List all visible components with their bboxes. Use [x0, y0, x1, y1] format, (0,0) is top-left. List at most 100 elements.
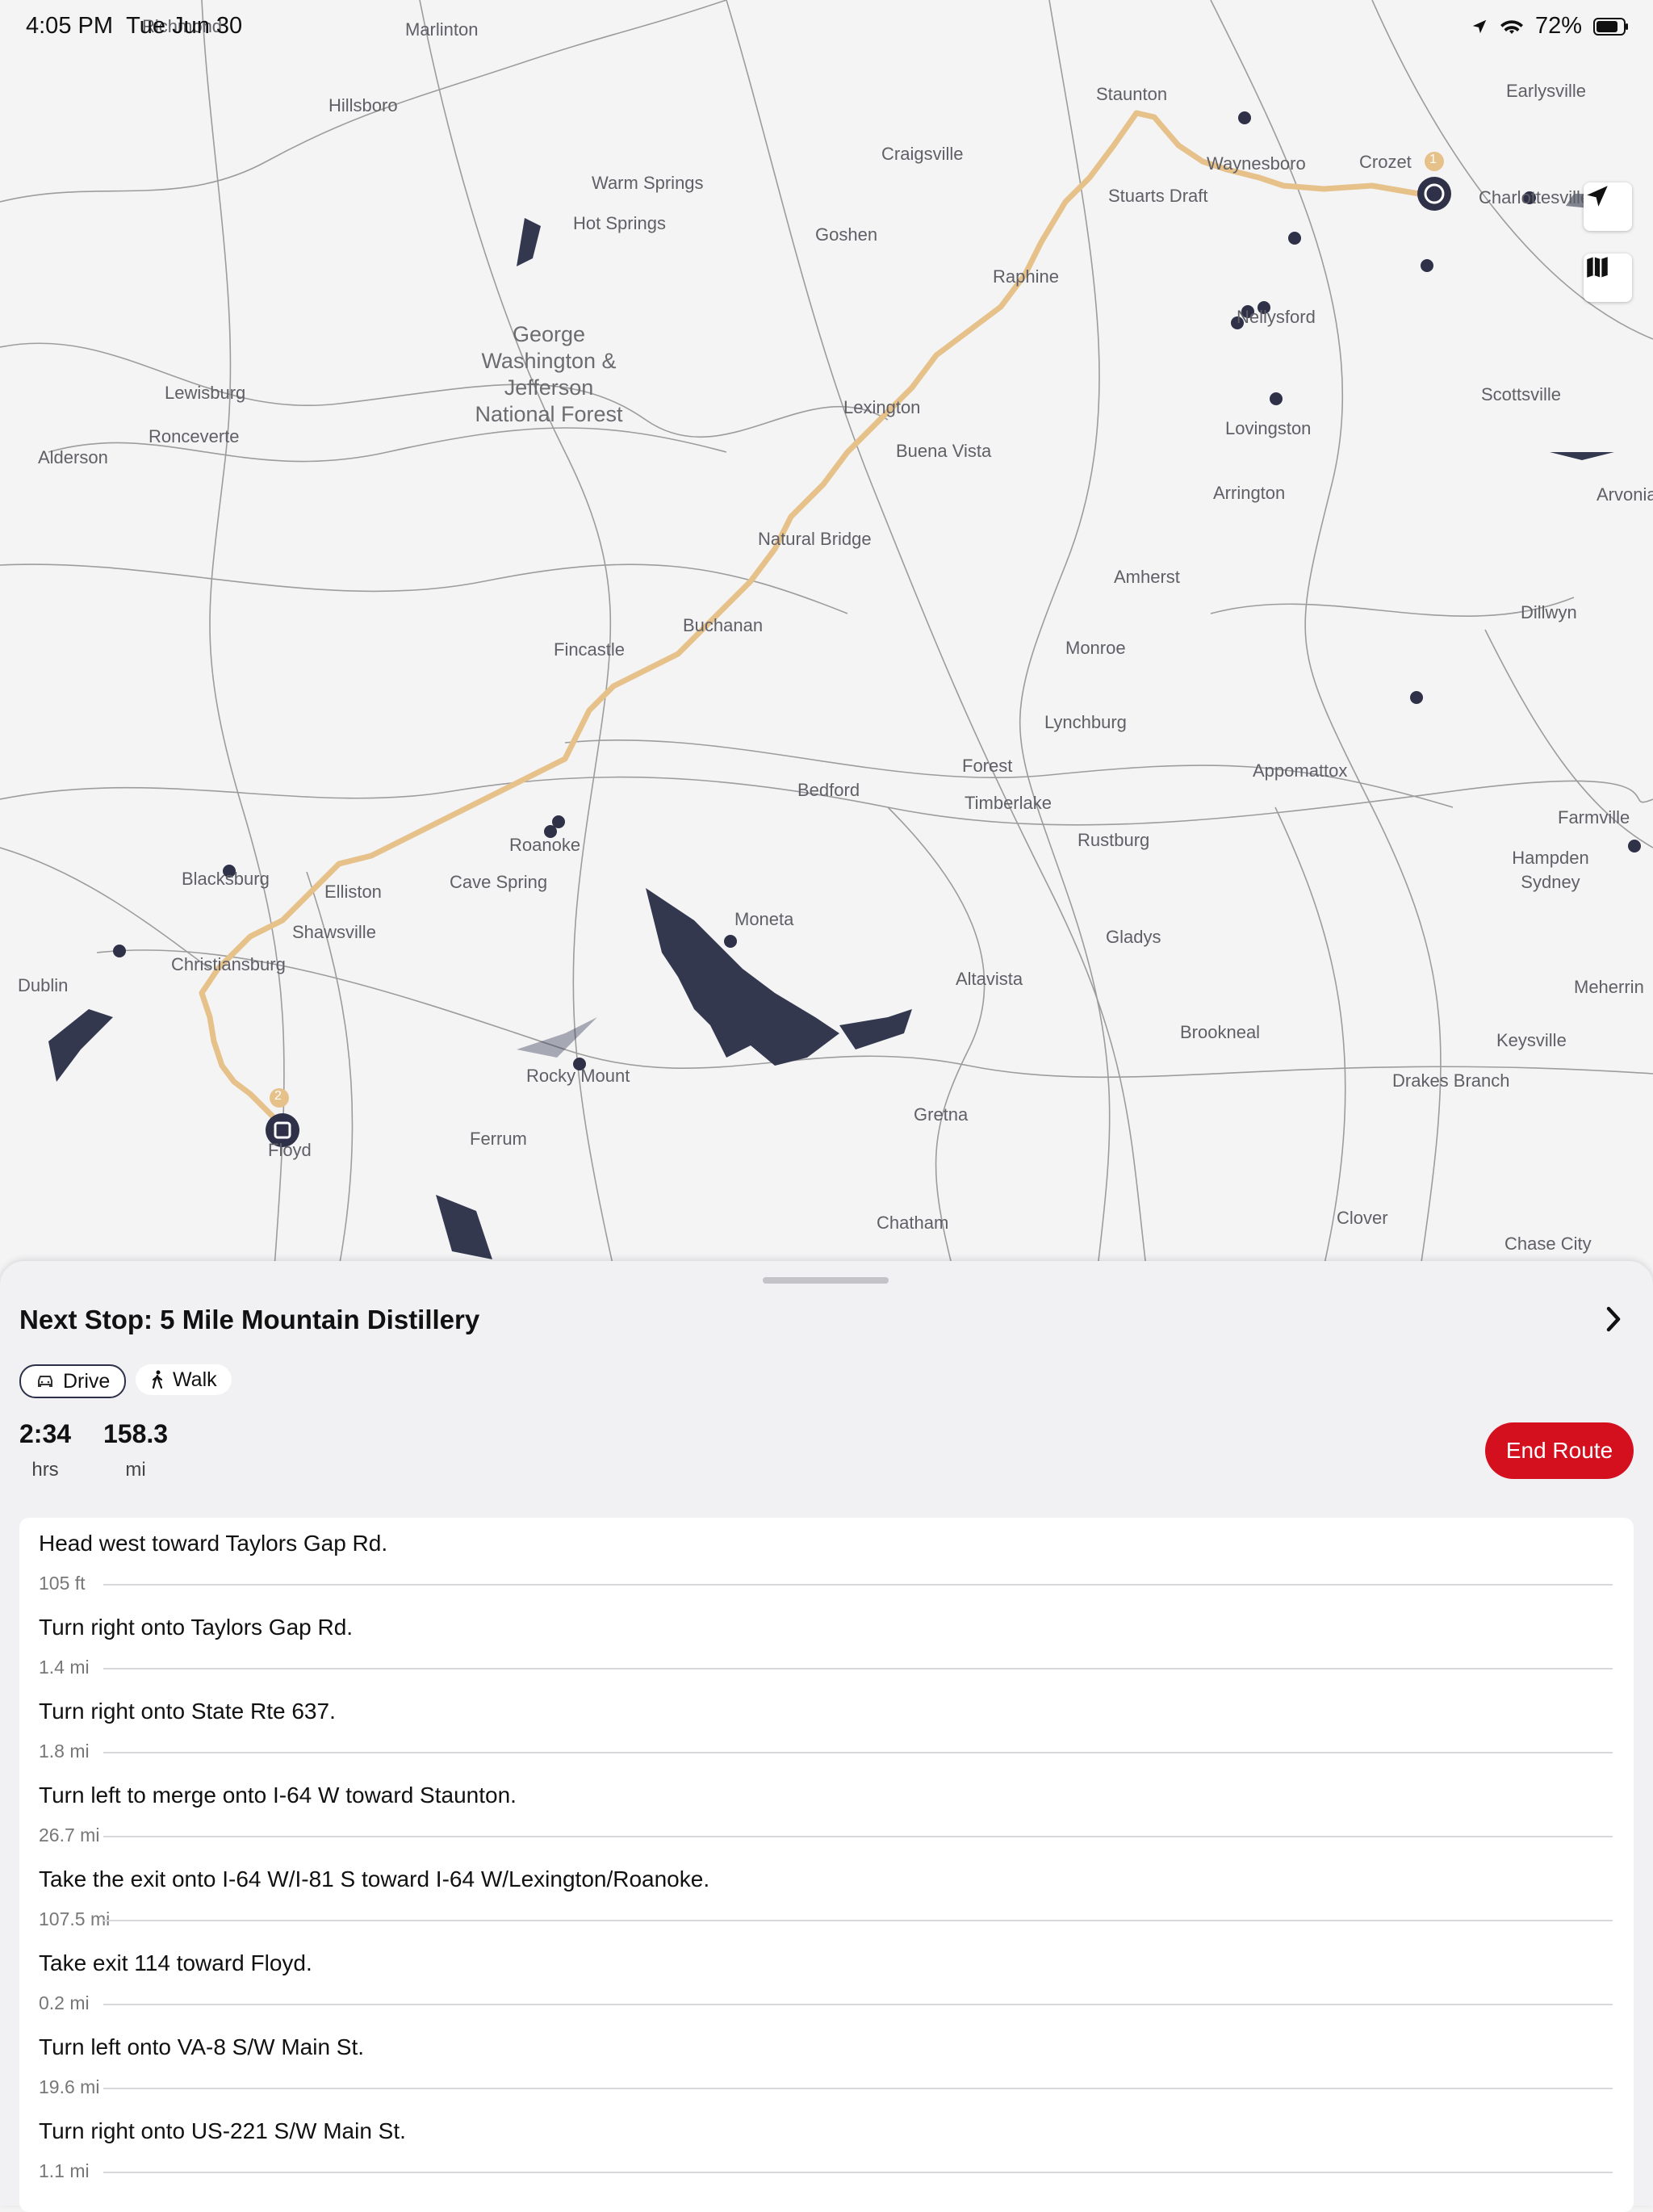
map-label: Bedford	[797, 780, 860, 800]
map-label: Altavista	[956, 969, 1023, 989]
direction-step[interactable]: Turn left onto VA-8 S/W Main St. 19.6 mi	[39, 2021, 1634, 2105]
map-label: Gladys	[1106, 927, 1161, 947]
map-label: Staunton	[1096, 84, 1168, 104]
map-label: Appomattox	[1253, 760, 1348, 781]
step-distance: 105 ft	[39, 1573, 86, 1594]
map-label: Lexington	[843, 397, 921, 417]
map-label: Clover	[1337, 1208, 1388, 1228]
direction-step[interactable]: Turn right onto US-221 S/W Main St. 1.1 …	[39, 2105, 1634, 2189]
map-label: Raphine	[993, 266, 1059, 287]
route-map[interactable]: 1 2 Richmond Marlinton Hillsboro Staunto…	[0, 0, 1653, 1267]
map-icon	[1587, 257, 1608, 278]
step-divider	[103, 1836, 1613, 1837]
map-label: Farmville	[1558, 807, 1630, 827]
map-label: Lynchburg	[1044, 712, 1127, 732]
map-label: Earlysville	[1506, 81, 1587, 101]
map-label: Roanoke	[509, 835, 581, 855]
map-type-button[interactable]	[1584, 253, 1632, 302]
map-label: Charlottesville	[1479, 187, 1591, 207]
map-label: Natural Bridge	[758, 529, 872, 549]
car-icon	[38, 1376, 52, 1387]
map-label: Cave Spring	[450, 872, 548, 892]
map-label: Drakes Branch	[1392, 1070, 1510, 1091]
direction-step[interactable]: Turn left to merge onto I-64 W toward St…	[39, 1770, 1634, 1854]
map-label: Crozet	[1359, 152, 1412, 172]
distance-value: 158.3	[103, 1419, 169, 1448]
step-distance: 1.8 mi	[39, 1741, 90, 1762]
distance-stat: 158.3 mi	[103, 1419, 168, 1481]
status-time: 4:05 PM Tue Jun 30	[26, 13, 243, 39]
map-label: Blacksburg	[182, 869, 270, 889]
map-label: Elliston	[324, 882, 382, 902]
map-label: Keysville	[1496, 1030, 1567, 1050]
step-distance: 107.5 mi	[39, 1908, 111, 1929]
walk-label: Walk	[173, 1368, 217, 1391]
map-label: Chatham	[877, 1213, 949, 1233]
map-label: Brookneal	[1180, 1022, 1261, 1042]
direction-step[interactable]: Head west toward Taylors Gap Rd. 105 ft	[39, 1518, 1634, 1602]
map-label: Ronceverte	[149, 426, 240, 446]
step-distance: 1.4 mi	[39, 1657, 90, 1678]
step-instruction: Head west toward Taylors Gap Rd.	[39, 1531, 388, 1556]
map-label: Stuarts Draft	[1108, 186, 1208, 206]
drive-label: Drive	[63, 1369, 111, 1393]
map-label: Gretna	[914, 1104, 969, 1125]
end-route-button[interactable]: End Route	[1485, 1422, 1634, 1479]
direction-step[interactable]: Turn right onto Taylors Gap Rd. 1.4 mi	[39, 1602, 1634, 1686]
step-instruction: Turn right onto State Rte 637.	[39, 1699, 336, 1724]
wifi-icon	[1500, 19, 1523, 34]
map-label: Fincastle	[554, 639, 626, 660]
status-bar: 4:05 PM Tue Jun 30 72%	[0, 0, 1653, 52]
map-label: Hot Springs	[573, 213, 666, 233]
step-instruction: Turn right onto Taylors Gap Rd.	[39, 1615, 354, 1640]
map-label: Chase City	[1504, 1234, 1592, 1254]
map-label: Rocky Mount	[526, 1066, 630, 1086]
direction-step[interactable]: Turn right onto State Rte 637. 1.8 mi	[39, 1686, 1634, 1770]
map-label: Monroe	[1065, 638, 1126, 658]
walking-icon	[152, 1370, 163, 1389]
stop-badge-1: 1	[1429, 153, 1437, 166]
map-label: Floyd	[268, 1140, 312, 1160]
locate-me-button[interactable]	[1584, 182, 1632, 231]
map-label: Lovingston	[1225, 418, 1312, 438]
map-label: Forest	[962, 756, 1013, 776]
step-divider	[103, 2004, 1613, 2005]
map-label: Nellysford	[1237, 307, 1316, 327]
directions-list[interactable]: Head west toward Taylors Gap Rd. 105 ft …	[19, 1518, 1634, 2212]
map-label: Dillwyn	[1521, 602, 1577, 622]
location-arrow-icon	[1587, 186, 1608, 207]
step-instruction: Turn left to merge onto I-64 W toward St…	[39, 1783, 517, 1808]
map-label: Hillsboro	[329, 95, 398, 115]
status-right: 72%	[1471, 13, 1629, 40]
map-label: Christiansburg	[171, 954, 286, 974]
step-distance: 0.2 mi	[39, 1992, 90, 2013]
map-label: Craigsville	[881, 144, 964, 164]
next-stop-title[interactable]: Next Stop: 5 Mile Mountain Distillery	[19, 1305, 479, 1335]
duration-value: 2:34	[19, 1419, 72, 1448]
map-label: Warm Springs	[592, 173, 704, 193]
location-arrow-icon	[1472, 19, 1487, 33]
walk-mode-button[interactable]: Walk	[136, 1364, 232, 1395]
sheet-grabber[interactable]	[763, 1277, 889, 1284]
step-divider	[103, 2172, 1613, 2173]
map-label-forest: George Washington & Jefferson National F…	[475, 322, 623, 426]
map-label: Moneta	[734, 909, 794, 929]
map-label: Lewisburg	[165, 383, 246, 403]
step-instruction: Turn left onto VA-8 S/W Main St.	[39, 2034, 365, 2059]
stop-badge-2: 2	[274, 1089, 282, 1103]
direction-step[interactable]: Take exit 114 toward Floyd. 0.2 mi	[39, 1938, 1634, 2021]
chevron-right-icon[interactable]	[1601, 1303, 1626, 1335]
step-instruction: Turn right onto US-221 S/W Main St.	[39, 2118, 406, 2143]
map-label: Hampden Sydney	[1512, 848, 1589, 892]
direction-step[interactable]: Take the exit onto I-64 W/I-81 S toward …	[39, 1854, 1634, 1938]
directions-sheet: Next Stop: 5 Mile Mountain Distillery Dr…	[0, 1261, 1653, 2212]
step-distance: 19.6 mi	[39, 2076, 100, 2097]
map-label: Amherst	[1114, 567, 1180, 587]
map-label: Alderson	[38, 447, 108, 467]
step-distance: 26.7 mi	[39, 1824, 100, 1845]
step-divider	[103, 1752, 1613, 1753]
map-label: Goshen	[815, 224, 878, 245]
map-label: Buchanan	[683, 615, 764, 635]
step-divider	[103, 2088, 1613, 2089]
drive-mode-button[interactable]: Drive	[19, 1364, 127, 1398]
